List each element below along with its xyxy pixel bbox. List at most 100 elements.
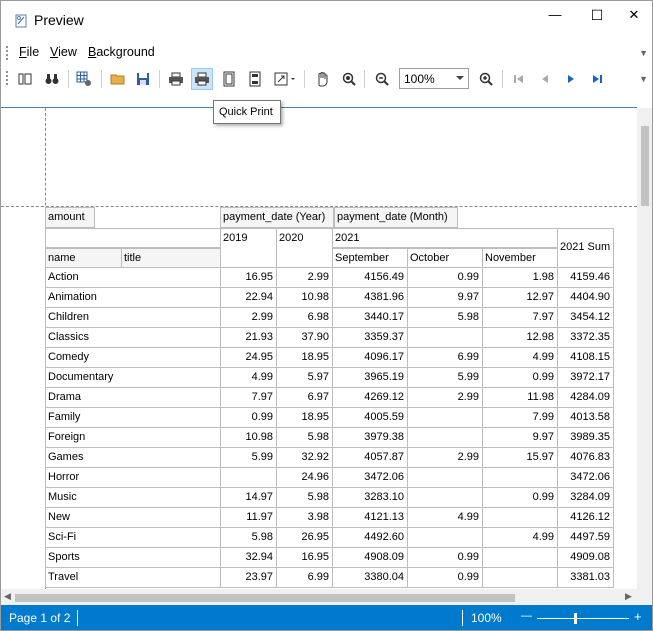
minimize-button[interactable]: — — [536, 3, 574, 29]
vertical-scroll-thumb[interactable] — [641, 126, 649, 206]
table-cell: 6.99 — [276, 567, 333, 588]
table-cell: 2.99 — [407, 447, 483, 468]
column-field-year: payment_date (Year) — [220, 207, 334, 228]
toolbar: ▼ — [1, 66, 652, 92]
menu-view[interactable]: View — [50, 45, 77, 59]
document-map-button[interactable] — [14, 68, 36, 90]
table-cell: 5.98 — [276, 427, 333, 448]
row-header-family: Family — [45, 407, 221, 428]
toolbar-overflow-icon[interactable]: ▼ — [639, 74, 648, 84]
table-cell: 26.95 — [276, 527, 333, 548]
toolbar-separator — [502, 70, 503, 88]
column-header-empty — [45, 228, 221, 248]
scroll-left-icon[interactable]: ◀ — [4, 591, 11, 602]
zoom-slider-thumb[interactable] — [574, 613, 577, 624]
previous-page-icon — [542, 75, 548, 83]
table-cell: 16.95 — [276, 547, 333, 568]
previous-page-button[interactable] — [534, 68, 556, 90]
table-cell — [220, 467, 277, 488]
last-page-button[interactable] — [586, 68, 608, 90]
page-indicator: Page 1 of 2 — [9, 611, 71, 625]
zoom-slider-track[interactable] — [537, 618, 629, 619]
status-zoom: 100% — [471, 611, 502, 625]
table-cell: 10.98 — [276, 287, 333, 308]
open-button[interactable] — [107, 68, 129, 90]
menu-view-rest: iew — [58, 45, 77, 59]
zoom-in-button[interactable] — [475, 68, 497, 90]
magnifier-button[interactable] — [338, 68, 360, 90]
quick-print-tooltip: Quick Print — [213, 100, 281, 124]
zoom-minus-button[interactable]: — — [521, 610, 532, 622]
menu-background-rest: ackground — [96, 45, 155, 59]
toolbar-separator — [101, 70, 102, 88]
table-cell: 4909.08 — [557, 547, 614, 568]
print-icon — [169, 72, 183, 86]
menu-background[interactable]: Background — [88, 45, 155, 59]
quick-print-button[interactable] — [191, 68, 213, 90]
window-title: Preview — [34, 12, 84, 28]
table-cell: 2.99 — [276, 267, 333, 288]
maximize-button[interactable]: ☐ — [578, 3, 616, 29]
table-cell: 4156.49 — [332, 267, 408, 288]
table-cell: 32.92 — [276, 447, 333, 468]
zoom-out-button[interactable] — [371, 68, 393, 90]
table-cell: 21.93 — [220, 327, 277, 348]
scale-dropdown-button[interactable] — [271, 68, 299, 90]
menu-overflow-icon[interactable]: ▼ — [639, 48, 648, 58]
search-button[interactable] — [41, 68, 63, 90]
table-cell: 7.99 — [482, 407, 558, 428]
table-cell: 0.99 — [220, 407, 277, 428]
table-cell: 4404.90 — [557, 287, 614, 308]
row-header-action: Action — [45, 267, 221, 288]
status-separator — [462, 610, 463, 626]
hand-tool-button[interactable] — [311, 68, 333, 90]
open-folder-icon — [110, 74, 125, 85]
table-cell: 32.94 — [220, 547, 277, 568]
table-cell: 11.97 — [220, 507, 277, 528]
row-header-travel: Travel — [45, 567, 221, 588]
scrollbar-corner — [637, 589, 652, 605]
table-cell: 4381.96 — [332, 287, 408, 308]
zoom-in-icon — [479, 72, 493, 86]
table-cell: 24.95 — [220, 347, 277, 368]
quick-print-icon — [195, 72, 209, 86]
header-footer-button[interactable] — [244, 68, 266, 90]
column-header-october: October — [407, 248, 483, 268]
row-header-documentary: Documentary — [45, 367, 221, 388]
menu-file-accel: F — [19, 45, 27, 59]
preview-window: Preview — ☐ ✕ File View Background ▼ ▼ 1… — [0, 0, 653, 631]
table-cell — [407, 527, 483, 548]
table-cell: 15.97 — [482, 447, 558, 468]
print-button[interactable] — [165, 68, 187, 90]
customize-button[interactable] — [73, 68, 95, 90]
table-cell: 7.97 — [482, 307, 558, 328]
next-page-button[interactable] — [560, 68, 582, 90]
column-header-2021: 2021 — [332, 228, 558, 248]
page-setup-button[interactable] — [218, 68, 240, 90]
table-cell: 3965.19 — [332, 367, 408, 388]
table-cell: 12.98 — [482, 327, 558, 348]
row-header-new: New — [45, 507, 221, 528]
toolbar-grip-icon[interactable] — [5, 70, 9, 86]
table-cell: 6.97 — [276, 387, 333, 408]
save-button[interactable] — [132, 68, 154, 90]
menu-file[interactable]: File — [19, 45, 39, 59]
column-field-month: payment_date (Month) — [334, 207, 458, 228]
table-cell: 0.99 — [407, 567, 483, 588]
zoom-plus-button[interactable]: + — [634, 609, 642, 624]
zoom-combobox[interactable]: 100% — [399, 68, 469, 89]
table-cell: 4492.60 — [332, 527, 408, 548]
table-cell: 10.98 — [220, 427, 277, 448]
magnifier-icon — [342, 72, 356, 86]
table-cell: 9.97 — [482, 427, 558, 448]
document-preview-area: amount payment_date (Year) payment_date (M… — [1, 108, 637, 589]
menu-grip-icon[interactable] — [5, 45, 9, 61]
column-header-2021-sum: 2021 Sum — [557, 228, 614, 268]
toolbar-separator — [304, 70, 305, 88]
scroll-right-icon[interactable]: ▶ — [625, 591, 632, 602]
title-bar: Preview — ☐ ✕ — [1, 1, 652, 39]
save-icon — [137, 73, 149, 85]
first-page-button[interactable] — [508, 68, 530, 90]
horizontal-scroll-thumb[interactable] — [15, 594, 515, 602]
close-button[interactable]: ✕ — [615, 3, 652, 29]
